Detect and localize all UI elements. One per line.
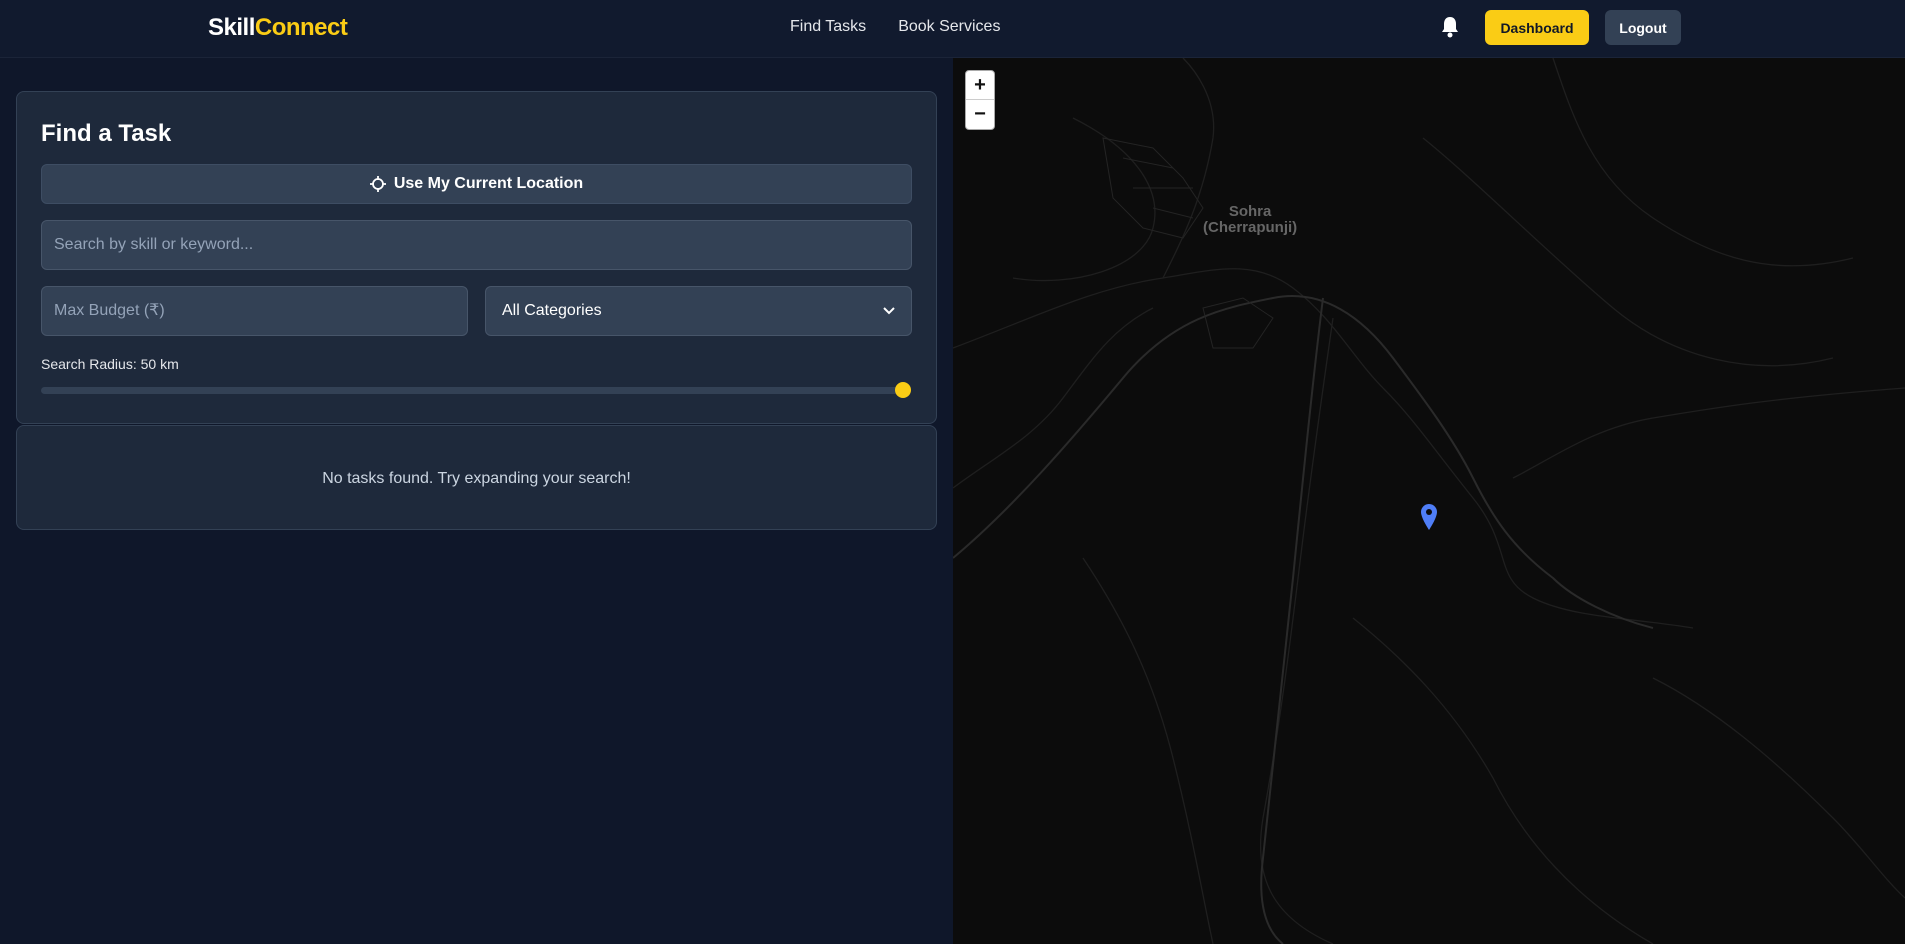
map-place-label: Sohra (Cherrapunji) (1203, 204, 1297, 236)
zoom-control: + − (965, 70, 995, 130)
map-terrain (953, 58, 1905, 944)
chevron-down-icon (883, 307, 895, 315)
category-select[interactable]: All Categories (485, 286, 912, 336)
nav-links: Find Tasks Book Services (790, 18, 1000, 36)
radius-label: Search Radius: 50 km (41, 356, 179, 372)
bell-icon[interactable] (1440, 16, 1460, 38)
zoom-in-button[interactable]: + (966, 71, 994, 100)
radius-slider-thumb[interactable] (895, 382, 911, 398)
use-location-label: Use My Current Location (393, 175, 584, 192)
radius-slider[interactable] (41, 382, 911, 398)
find-task-panel: Find a Task Use My Current Location All … (16, 91, 937, 424)
map-marker-icon[interactable] (1421, 504, 1437, 530)
dashboard-button[interactable]: Dashboard (1485, 10, 1589, 45)
panel-title: Find a Task (41, 120, 172, 147)
category-selected-value: All Categories (502, 302, 602, 319)
brand-logo[interactable]: SkillConnect (208, 14, 348, 42)
crosshair-icon (369, 176, 386, 192)
map-view[interactable]: + − Sohra (Cherrapunji) (953, 58, 1905, 944)
results-panel: No tasks found. Try expanding your searc… (16, 425, 937, 530)
max-budget-input[interactable] (41, 286, 468, 336)
logout-button[interactable]: Logout (1605, 10, 1681, 45)
brand-part-1: Skill (208, 14, 255, 41)
zoom-out-button[interactable]: − (966, 100, 994, 129)
place-subname: (Cherrapunji) (1203, 219, 1298, 236)
use-location-button[interactable]: Use My Current Location (41, 164, 912, 204)
place-name: Sohra (1228, 203, 1272, 220)
search-input[interactable] (41, 220, 912, 270)
brand-part-2: Connect (254, 14, 348, 41)
nav-link-book-services[interactable]: Book Services (898, 18, 1000, 36)
empty-results-message: No tasks found. Try expanding your searc… (322, 470, 631, 487)
navbar: SkillConnect Find Tasks Book Services Da… (0, 0, 1905, 58)
nav-link-find-tasks[interactable]: Find Tasks (790, 18, 866, 36)
